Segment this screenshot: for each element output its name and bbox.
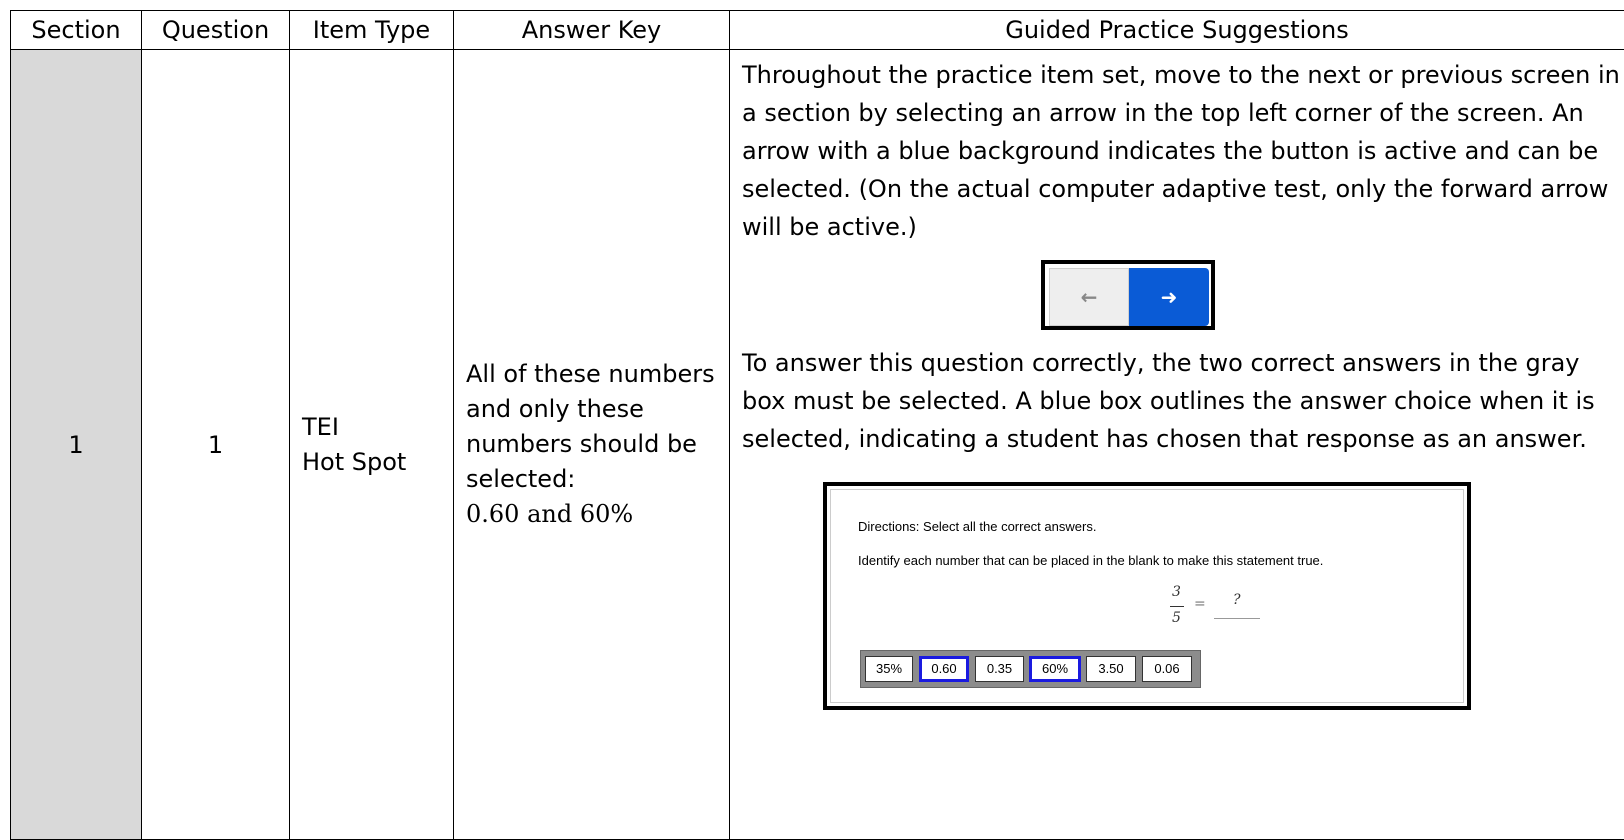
item-type-line1: TEI bbox=[302, 410, 452, 445]
cell-guided-practice: Throughout the practice item set, move t… bbox=[730, 50, 1624, 840]
cell-answer-key: All of these numbers and only these numb… bbox=[454, 50, 730, 840]
arrow-right-icon: ➜ bbox=[1129, 268, 1209, 326]
choice-60-percent[interactable]: 60% bbox=[1029, 656, 1081, 682]
header-section: Section bbox=[11, 11, 142, 50]
guided-paragraph-answer: To answer this question correctly, the t… bbox=[742, 344, 1624, 458]
choice-3-50[interactable]: 3.50 bbox=[1086, 656, 1136, 682]
cell-question: 1 bbox=[142, 50, 290, 840]
item-type-line2: Hot Spot bbox=[302, 445, 452, 480]
header-row: Section Question Item Type Answer Key Gu… bbox=[11, 11, 1624, 50]
equals-sign: = bbox=[1194, 596, 1206, 612]
answer-key-values: 0.60 and 60% bbox=[466, 497, 728, 532]
fraction-equation: 3 5 = ? bbox=[1170, 584, 1280, 634]
item-prompt: Identify each number that can be placed … bbox=[858, 553, 1323, 569]
item-directions: Directions: Select all the correct answe… bbox=[858, 519, 1096, 535]
fraction-denominator: 5 bbox=[1172, 610, 1181, 626]
header-answer-key: Answer Key bbox=[454, 11, 730, 50]
choice-0-60[interactable]: 0.60 bbox=[919, 656, 969, 682]
blank-line bbox=[1214, 618, 1260, 619]
guided-paragraph-navigation: Throughout the practice item set, move t… bbox=[742, 56, 1624, 246]
table-row: 1 1 TEI Hot Spot All of these numbers an… bbox=[11, 50, 1624, 840]
item-panel: Directions: Select all the correct answe… bbox=[830, 489, 1464, 703]
fraction-bar bbox=[1170, 606, 1184, 607]
choice-35-percent[interactable]: 35% bbox=[865, 656, 913, 682]
choice-0-06[interactable]: 0.06 bbox=[1142, 656, 1192, 682]
arrow-left-icon: ← bbox=[1049, 268, 1129, 326]
blank-placeholder: ? bbox=[1233, 592, 1241, 608]
cell-section: 1 bbox=[11, 50, 142, 840]
item-screenshot: Directions: Select all the correct answe… bbox=[823, 482, 1471, 710]
nav-arrows-image: ← ➜ bbox=[1041, 260, 1215, 330]
fraction-numerator: 3 bbox=[1172, 584, 1181, 600]
practice-guide-table: Section Question Item Type Answer Key Gu… bbox=[10, 10, 1624, 840]
cell-item-type: TEI Hot Spot bbox=[290, 50, 454, 840]
header-item-type: Item Type bbox=[290, 11, 454, 50]
answer-choice-tray: 35% 0.60 0.35 60% 3.50 0.06 bbox=[860, 650, 1201, 688]
header-guided-practice: Guided Practice Suggestions bbox=[730, 11, 1624, 50]
header-question: Question bbox=[142, 11, 290, 50]
choice-0-35[interactable]: 0.35 bbox=[975, 656, 1024, 682]
answer-key-text: All of these numbers and only these numb… bbox=[466, 357, 728, 497]
